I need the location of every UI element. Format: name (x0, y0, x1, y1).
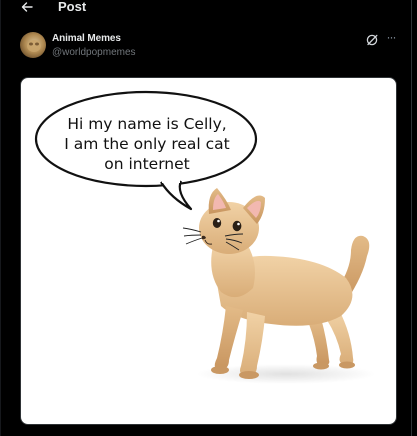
avatar[interactable] (20, 32, 46, 58)
post-page: Post Animal Memes @worldpopmemes ··· Hi … (0, 0, 417, 436)
grok-icon (366, 34, 378, 46)
back-button[interactable] (16, 0, 38, 18)
right-border (411, 0, 412, 436)
speech-bubble-text: Hi my name is Celly, I am the only real … (64, 115, 230, 173)
avatar-image (27, 40, 41, 52)
post-image[interactable]: Hi my name is Celly, I am the only real … (20, 77, 397, 425)
post-header: Post (0, 0, 411, 18)
arrow-left-icon (21, 2, 33, 12)
author-handle[interactable]: @worldpopmemes (52, 46, 136, 59)
more-button[interactable]: ··· (383, 30, 399, 46)
left-border (0, 0, 1, 436)
grok-button[interactable] (365, 33, 379, 47)
page-title: Post (58, 0, 87, 14)
author-name[interactable]: Animal Memes (52, 32, 121, 45)
more-icon: ··· (386, 30, 397, 44)
post-author: Animal Memes @worldpopmemes ··· (20, 30, 400, 62)
